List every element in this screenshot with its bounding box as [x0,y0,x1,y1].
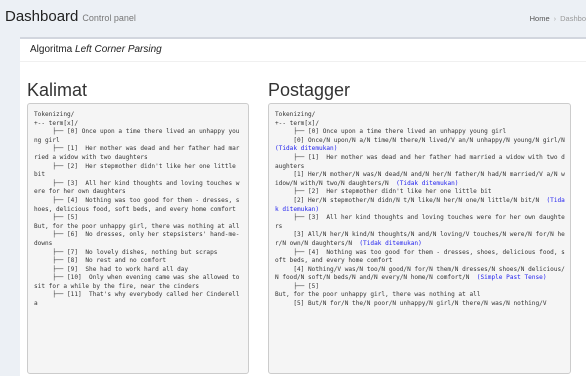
breadcrumb-separator-icon: › [553,14,557,23]
output-line: ├── [9] She had to work hard all day [34,266,243,275]
output-line-text: ├── [9] She had to work hard all day [34,265,189,273]
output-line: ├── [6] No dresses, only her stepsisters… [34,231,243,248]
output-line-text: ├── [3] All her kind thoughts and loving… [275,214,565,230]
output-line-text: ├── [4] Nothing was too good for them - … [275,248,565,265]
output-line-text: ├── [10] Only when evening came was she … [34,274,244,290]
page-title-text: Dashboard [5,8,79,25]
output-line-text: But, for the poor unhappy girl, there wa… [34,222,240,230]
tag-label: (Tidak ditemukan) [359,239,422,247]
output-line-text: ├── [4] Nothing was too good for them - … [34,196,240,213]
breadcrumb-home-link[interactable]: Home [530,14,550,23]
output-line-text: ├── [2] Her stepmother didn't like her o… [275,188,492,196]
output-line-text: ├── [5] [34,214,79,222]
box-title: Algoritma Left Corner Parsing [30,44,162,55]
output-line-text: ├── [8] No rest and no comfort [34,257,167,265]
output-line: ├── [5] [275,283,565,292]
output-line-text: ├── [7] No lovely dishes, nothing but sc… [34,248,218,256]
kalimat-heading: Kalimat [27,80,88,100]
output-line: [3] All/N her/N kind/N thoughts/N and/N … [275,231,565,248]
output-line: Tokenizing/ [34,111,243,120]
output-line: ├── [5] [34,214,243,223]
output-line-text: ├── [11] That's why everybody called her… [34,291,240,308]
output-line: ├── [3] All her kind thoughts and loving… [34,180,243,197]
output-line: ├── [0] Once upon a time there lived an … [275,128,565,137]
output-line: ├── [1] Her mother was dead and her fath… [275,154,565,171]
box-divider [20,61,586,62]
output-line: ├── [4] Nothing was too good for them - … [34,197,243,214]
output-line: ├── [2] Her stepmother didn't like her o… [34,163,243,180]
output-line: ├── [1] Her mother was dead and her fath… [34,145,243,162]
output-line: ├── [7] No lovely dishes, nothing but sc… [34,249,243,258]
output-line: ├── [3] All her kind thoughts and loving… [275,214,565,231]
breadcrumb-current: Dashbo [560,14,586,23]
page-subtitle: Control panel [82,13,136,23]
output-line-text: ├── [3] All her kind thoughts and loving… [34,179,240,196]
output-line: +-- term[x]/ [275,120,565,129]
box-title-prefix: Algoritma [30,44,76,55]
output-line-text: +-- term[x]/ [275,119,320,127]
content-header: Dashboard Control panel Home › Dashbo [0,0,586,36]
output-line: But, for the poor unhappy girl, there wa… [275,291,565,300]
breadcrumb: Home › Dashbo [530,14,586,23]
tag-label: (Tidak ditemukan) [396,179,459,187]
tag-label: (Tidak ditemukan) [275,145,338,153]
output-line-text: ├── [2] Her stepmother didn't like her o… [34,162,240,179]
output-line: Tokenizing/ [275,111,565,120]
output-line-text: [5] But/N for/N the/N poor/N unhappy/N g… [275,300,547,308]
output-line: ├── [2] Her stepmother didn't like her o… [275,188,565,197]
output-line-text: But, for the poor unhappy girl, there wa… [275,291,481,299]
output-line-text: Tokenizing/ [275,111,316,118]
output-line: ├── [4] Nothing was too good for them - … [275,249,565,266]
postagger-output: Tokenizing/+-- term[x]/ ├── [0] Once upo… [268,103,571,374]
output-line: [1] Her/N mother/N was/N dead/N and/N he… [275,171,565,188]
output-line-text: ├── [6] No dresses, only her stepsisters… [34,231,240,247]
output-line: ├── [0] Once upon a time there lived an … [34,128,243,145]
output-line: [2] Her/N stepmother/N didn/N t/N like/N… [275,197,565,214]
output-line: +-- term[x]/ [34,120,243,129]
output-line: ├── [10] Only when evening came was she … [34,274,243,291]
output-line-text: ├── [1] Her mother was dead and her fath… [34,145,240,161]
output-line-text: ├── [5] [275,282,320,290]
output-line-text: [2] Her/N stepmother/N didn/N t/N like/N… [275,196,540,204]
output-line: [0] Once/N upon/N a/N time/N there/N liv… [275,137,565,154]
output-line-text: ├── [1] Her mother was dead and her fath… [275,153,565,170]
output-line: ├── [11] That's why everybody called her… [34,291,243,308]
output-line: [5] But/N for/N the/N poor/N unhappy/N g… [275,300,565,309]
tag-label: (Simple Past Tense) [476,274,547,282]
output-line: ├── [8] No rest and no comfort [34,257,243,266]
output-line-text: [0] Once/N upon/N a/N time/N there/N liv… [275,136,565,144]
output-line-text: +-- term[x]/ [34,119,79,127]
box-title-em: Left Corner Parsing [75,44,162,55]
output-line: [4] Nothing/V was/N too/N good/N for/N t… [275,266,565,283]
postagger-heading: Postagger [268,80,351,100]
kalimat-output: Tokenizing/+-- term[x]/ ├── [0] Once upo… [27,103,249,374]
output-line-text: ├── [0] Once upon a time there lived an … [275,128,507,136]
output-line-text: Tokenizing/ [34,111,75,118]
output-line-text: ├── [0] Once upon a time there lived an … [34,128,240,144]
page-title: Dashboard Control panel [5,8,136,25]
